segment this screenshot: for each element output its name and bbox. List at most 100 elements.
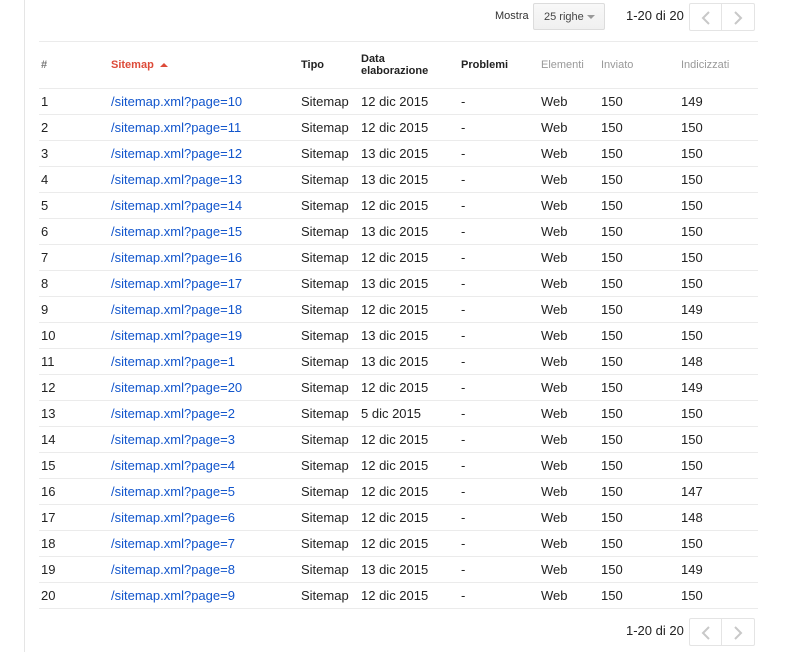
chevron-left-icon (701, 626, 710, 640)
row-problems: - (461, 120, 466, 135)
table-row: 7/sitemap.xml?page=16 Sitemap 12 dic 2015 -… (39, 245, 758, 271)
header-date-line2: elaborazione (361, 65, 429, 77)
row-submitted: 150 (601, 120, 623, 135)
row-elements: Web (541, 536, 568, 551)
sitemap-link[interactable]: /sitemap.xml?page=16 (111, 245, 242, 270)
table-row: 4/sitemap.xml?page=13 Sitemap 13 dic 2015 -… (39, 167, 758, 193)
next-page-button[interactable] (722, 3, 755, 31)
table-row: 19/sitemap.xml?page=8 Sitemap 13 dic 2015 -… (39, 557, 758, 583)
table-row: 10/sitemap.xml?page=19 Sitemap 13 dic 2015… (39, 323, 758, 349)
row-processed-date: 13 dic 2015 (361, 146, 429, 161)
row-index: 7 (41, 250, 49, 265)
header-submitted: Inviato (601, 59, 634, 71)
row-problems: - (461, 276, 466, 291)
row-submitted: 150 (601, 328, 623, 343)
row-type: Sitemap (301, 276, 349, 291)
row-processed-date: 13 dic 2015 (361, 328, 429, 343)
row-processed-date: 13 dic 2015 (361, 276, 429, 291)
sitemap-link[interactable]: /sitemap.xml?page=18 (111, 297, 242, 322)
row-processed-date: 12 dic 2015 (361, 302, 429, 317)
row-submitted: 150 (601, 484, 623, 499)
row-processed-date: 12 dic 2015 (361, 458, 429, 473)
row-index: 2 (41, 120, 49, 135)
row-submitted: 150 (601, 250, 623, 265)
sitemap-link[interactable]: /sitemap.xml?page=9 (111, 583, 235, 608)
chevron-right-icon (734, 626, 743, 640)
row-problems: - (461, 406, 466, 421)
next-page-button-bottom[interactable] (722, 618, 755, 646)
row-problems: - (461, 510, 466, 525)
row-index: 10 (41, 328, 56, 343)
sitemap-link[interactable]: /sitemap.xml?page=15 (111, 219, 242, 244)
previous-page-button-bottom[interactable] (689, 618, 722, 646)
row-elements: Web (541, 458, 568, 473)
sitemap-link[interactable]: /sitemap.xml?page=13 (111, 167, 242, 192)
sitemap-link[interactable]: /sitemap.xml?page=14 (111, 193, 242, 218)
row-processed-date: 13 dic 2015 (361, 562, 429, 577)
row-elements: Web (541, 484, 568, 499)
row-problems: - (461, 172, 466, 187)
chevron-right-icon (734, 11, 743, 25)
row-indexed: 150 (681, 172, 703, 187)
header-problems[interactable]: Problemi (461, 42, 508, 88)
rows-per-page-select[interactable]: 25 righe (533, 3, 605, 30)
header-index: # (41, 59, 48, 71)
sitemap-link[interactable]: /sitemap.xml?page=4 (111, 453, 235, 478)
sitemap-link[interactable]: /sitemap.xml?page=19 (111, 323, 242, 348)
previous-page-button[interactable] (689, 3, 722, 31)
row-processed-date: 12 dic 2015 (361, 432, 429, 447)
sitemap-link[interactable]: /sitemap.xml?page=17 (111, 271, 242, 296)
row-type: Sitemap (301, 588, 349, 603)
table-row: 3/sitemap.xml?page=12 Sitemap 13 dic 2015 -… (39, 141, 758, 167)
row-indexed: 148 (681, 354, 703, 369)
table-row: 14/sitemap.xml?page=3 Sitemap 12 dic 2015 -… (39, 427, 758, 453)
sitemap-link[interactable]: /sitemap.xml?page=5 (111, 479, 235, 504)
sitemap-link[interactable]: /sitemap.xml?page=20 (111, 375, 242, 400)
row-indexed: 150 (681, 432, 703, 447)
row-submitted: 150 (601, 588, 623, 603)
row-processed-date: 13 dic 2015 (361, 354, 429, 369)
row-index: 16 (41, 484, 56, 499)
header-type[interactable]: Tipo (301, 42, 324, 88)
table-row: 9/sitemap.xml?page=18 Sitemap 12 dic 2015 -… (39, 297, 758, 323)
header-processed-date[interactable]: Data elaborazione (361, 42, 428, 88)
caret-down-icon (587, 15, 595, 19)
row-type: Sitemap (301, 484, 349, 499)
sitemap-link[interactable]: /sitemap.xml?page=7 (111, 531, 235, 556)
row-index: 14 (41, 432, 56, 447)
sitemap-link[interactable]: /sitemap.xml?page=8 (111, 557, 235, 582)
row-processed-date: 12 dic 2015 (361, 380, 429, 395)
row-index: 4 (41, 172, 49, 187)
sitemap-link[interactable]: /sitemap.xml?page=2 (111, 401, 235, 426)
row-index: 3 (41, 146, 49, 161)
row-submitted: 150 (601, 510, 623, 525)
chevron-left-icon (701, 11, 710, 25)
row-index: 20 (41, 588, 56, 603)
row-submitted: 150 (601, 302, 623, 317)
show-rows-label: Mostra (495, 10, 529, 22)
row-submitted: 150 (601, 146, 623, 161)
row-elements: Web (541, 198, 568, 213)
sitemap-link[interactable]: /sitemap.xml?page=12 (111, 141, 242, 166)
table-row: 15/sitemap.xml?page=4 Sitemap 12 dic 2015 -… (39, 453, 758, 479)
row-problems: - (461, 198, 466, 213)
row-problems: - (461, 484, 466, 499)
table-row: 1/sitemap.xml?page=10 Sitemap 12 dic 2015 -… (39, 89, 758, 115)
row-type: Sitemap (301, 354, 349, 369)
sitemap-link[interactable]: /sitemap.xml?page=1 (111, 349, 235, 374)
row-index: 12 (41, 380, 56, 395)
sitemap-link[interactable]: /sitemap.xml?page=11 (111, 115, 241, 140)
row-indexed: 150 (681, 276, 703, 291)
row-type: Sitemap (301, 406, 349, 421)
row-index: 6 (41, 224, 49, 239)
row-indexed: 149 (681, 380, 703, 395)
row-problems: - (461, 536, 466, 551)
sitemap-link[interactable]: /sitemap.xml?page=6 (111, 505, 235, 530)
sitemap-link[interactable]: /sitemap.xml?page=3 (111, 427, 235, 452)
row-indexed: 150 (681, 406, 703, 421)
row-type: Sitemap (301, 120, 349, 135)
sitemap-link[interactable]: /sitemap.xml?page=10 (111, 89, 242, 114)
row-index: 18 (41, 536, 56, 551)
header-sitemap[interactable]: Sitemap (111, 42, 168, 88)
row-elements: Web (541, 354, 568, 369)
